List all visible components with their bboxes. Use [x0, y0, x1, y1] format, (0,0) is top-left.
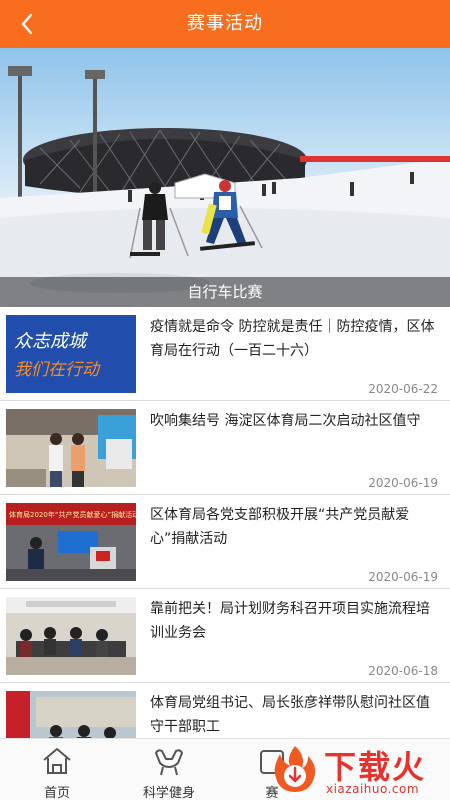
- news-date: 2020-06-19: [368, 476, 438, 490]
- news-item[interactable]: 靠前把关！局计划财务科召开项目实施流程培训业务会 2020-06-18: [0, 589, 450, 683]
- banner-image: [0, 48, 450, 307]
- news-title: 体育局党组书记、局长张彦祥带队慰问社区值守干部职工: [150, 695, 430, 735]
- news-thumbnail: 体育局2020年“共产党员献爱心”捐献活动: [6, 503, 136, 581]
- banner-carousel[interactable]: 自行车比赛: [0, 48, 450, 307]
- news-title: 区体育局各党支部积极开展“共产党员献爱心”捐献活动: [150, 507, 410, 547]
- watermark-url: xiazaihuo.com: [326, 782, 420, 796]
- news-date: 2020-06-18: [368, 664, 438, 678]
- nav-label: 首页: [43, 786, 70, 800]
- news-title: 吹响集结号 海淀区体育局二次启动社区值守: [150, 413, 421, 429]
- news-thumbnail: [6, 409, 136, 487]
- news-list: 众志成城 我们在行动 疫情就是命令 防控就是责任｜防控疫情，区体育局在行动（一百…: [0, 307, 450, 738]
- watermark: 下载火 xiazaihuo.com: [262, 738, 450, 800]
- news-thumbnail: [6, 597, 136, 675]
- news-thumbnail: [6, 691, 136, 738]
- top-bar: 赛事活动: [0, 0, 450, 48]
- banner-caption: 自行车比赛: [0, 277, 450, 307]
- news-item[interactable]: 众志成城 我们在行动 疫情就是命令 防控就是责任｜防控疫情，区体育局在行动（一百…: [0, 307, 450, 401]
- nav-item-fitness[interactable]: 科学健身: [119, 739, 219, 800]
- thumb-text: 我们在行动: [14, 360, 101, 380]
- news-title: 靠前把关！局计划财务科召开项目实施流程培训业务会: [150, 601, 430, 641]
- news-item[interactable]: 体育局党组书记、局长张彦祥带队慰问社区值守干部职工: [0, 683, 450, 738]
- nav-label: 科学健身: [142, 786, 195, 800]
- news-date: 2020-06-19: [368, 570, 438, 584]
- news-item[interactable]: 体育局2020年“共产党员献爱心”捐献活动 区体育局各党支部积极开展“共产党员献…: [0, 495, 450, 589]
- thumb-text: 体育局2020年“共产党员献爱心”捐献活动: [9, 510, 136, 519]
- news-title: 疫情就是命令 防控就是责任｜防控疫情，区体育局在行动（一百二十六）: [150, 319, 435, 359]
- flame-logo-icon: [274, 746, 316, 792]
- thumb-text: 众志成城: [14, 331, 89, 352]
- fitness-icon: [155, 749, 183, 776]
- news-thumbnail: 众志成城 我们在行动: [6, 315, 136, 393]
- home-icon: [43, 748, 71, 774]
- news-item[interactable]: 吹响集结号 海淀区体育局二次启动社区值守 2020-06-19: [0, 401, 450, 495]
- news-date: 2020-06-22: [368, 382, 438, 396]
- nav-item-home[interactable]: 首页: [7, 739, 107, 800]
- page-title: 赛事活动: [187, 13, 263, 34]
